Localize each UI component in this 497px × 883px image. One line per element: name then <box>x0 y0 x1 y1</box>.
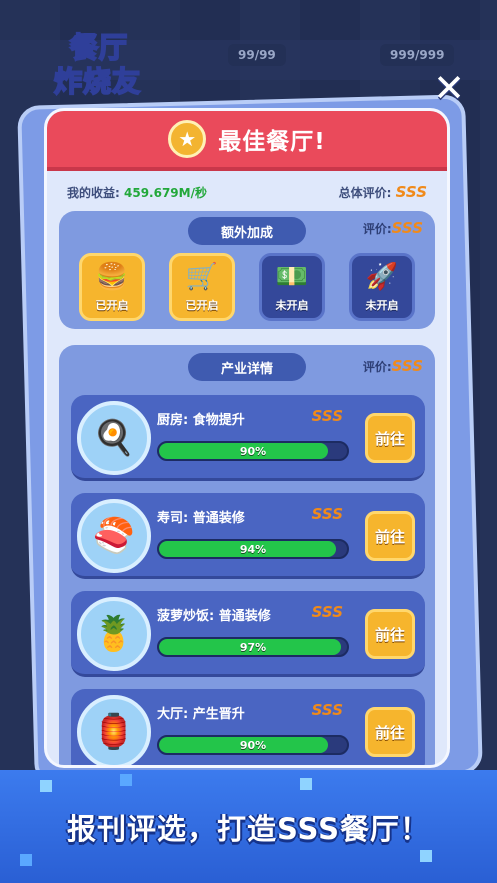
industry-grade: SSS <box>311 603 343 621</box>
promo-banner-text: 报刊评选，打造SSS餐厅！ <box>66 812 431 846</box>
go-button[interactable]: 前往 <box>365 413 415 463</box>
income-row: 我的收益: 459.679M/秒 总体评价: SSS <box>67 181 427 203</box>
decor-square <box>120 774 132 786</box>
bonus-rating: 评价:SSS <box>363 219 423 237</box>
bonus-rating-value: SSS <box>391 219 423 237</box>
bonus-rating-label: 评价: <box>362 222 392 236</box>
income-info: 我的收益: 459.679M/秒 <box>67 184 207 201</box>
progress-text: 97% <box>239 640 267 654</box>
go-button[interactable]: 前往 <box>365 609 415 659</box>
bonus-status: 已开启 <box>185 299 219 312</box>
bonus-item-rocket[interactable]: 🚀 未开启 <box>349 253 415 321</box>
decor-square <box>20 854 32 866</box>
bonus-section: 额外加成 评价:SSS 🍔 已开启 🛒 已开启 💵 未开启 🚀 未开启 <box>59 211 435 329</box>
sushi-icon: 🍣 <box>77 499 151 573</box>
industry-row-sushi: 🍣 寿司: 普通装修 SSS 94% 前往 <box>71 493 425 579</box>
close-button[interactable]: ✕ <box>431 69 467 107</box>
industry-row-pineapple-rice: 🍍 菠萝炒饭: 普通装修 SSS 97% 前往 <box>71 591 425 677</box>
rocket-icon: 🚀 <box>365 262 399 292</box>
go-button[interactable]: 前往 <box>365 707 415 757</box>
industry-rating-value: SSS <box>391 357 423 375</box>
industry-name: 寿司: 普通装修 <box>157 511 245 526</box>
bonus-item-cart[interactable]: 🛒 已开启 <box>169 253 235 321</box>
go-button[interactable]: 前往 <box>365 511 415 561</box>
promo-banner: 报刊评选，打造SSS餐厅！ <box>0 770 497 883</box>
industry-row-kitchen: 🍳 厨房: 食物提升 SSS 90% 前往 <box>71 395 425 481</box>
industry-rating-label: 评价: <box>362 360 392 374</box>
panel-title: 最佳餐厅! <box>218 129 326 155</box>
shopping-cart-icon: 🛒 <box>185 262 219 292</box>
burger-icon: 🍔 <box>95 262 129 292</box>
hall-icon: 🏮 <box>77 695 151 765</box>
star-medal-icon: ★ <box>168 120 207 158</box>
pineapple-rice-icon: 🍍 <box>77 597 151 671</box>
panel-header: ★ 最佳餐厅! <box>47 111 447 171</box>
progress-text: 94% <box>239 542 267 556</box>
industry-grade: SSS <box>311 701 343 719</box>
progress-bar: 94% <box>157 539 349 559</box>
industry-rating: 评价:SSS <box>363 357 423 375</box>
progress-text: 90% <box>239 738 267 752</box>
background-counter: 999/999 <box>380 44 455 66</box>
industry-section: 产业详情 评价:SSS 🍳 厨房: 食物提升 SSS 90% 前往 🍣 寿司: … <box>59 345 435 765</box>
decor-square <box>40 780 52 792</box>
decor-square <box>420 850 432 862</box>
industry-grade: SSS <box>311 407 343 425</box>
income-label: 我的收益: <box>67 185 120 200</box>
bonus-status: 已开启 <box>95 299 129 312</box>
progress-text: 90% <box>239 444 267 458</box>
industry-name: 厨房: 食物提升 <box>157 413 245 428</box>
industry-row-hall: 🏮 大厅: 产生晋升 SSS 90% 前往 <box>71 689 425 765</box>
best-restaurant-panel: ★ 最佳餐厅! 我的收益: 459.679M/秒 总体评价: SSS 额外加成 … <box>44 108 450 768</box>
bonus-status: 未开启 <box>275 299 309 312</box>
bonus-item-cash[interactable]: 💵 未开启 <box>259 253 325 321</box>
industry-section-title: 产业详情 <box>188 353 306 381</box>
cash-boost-icon: 💵 <box>275 262 309 292</box>
bonus-items: 🍔 已开启 🛒 已开启 💵 未开启 🚀 未开启 <box>79 253 415 321</box>
progress-bar: 97% <box>157 637 349 657</box>
game-logo: 餐厅 炸烧友 <box>50 18 170 99</box>
overall-rating-label: 总体评价: <box>338 186 392 200</box>
progress-bar: 90% <box>157 441 349 461</box>
background-counter: 99/99 <box>228 44 286 66</box>
bonus-section-title: 额外加成 <box>188 217 306 245</box>
logo-line-2: 炸烧友 <box>53 64 142 99</box>
income-value: 459.679M/秒 <box>124 185 207 200</box>
kitchen-icon: 🍳 <box>77 401 151 475</box>
industry-grade: SSS <box>311 505 343 523</box>
overall-rating-value: SSS <box>395 183 427 201</box>
progress-bar: 90% <box>157 735 349 755</box>
industry-list: 🍳 厨房: 食物提升 SSS 90% 前往 🍣 寿司: 普通装修 SSS 94%… <box>71 395 425 765</box>
overall-rating: 总体评价: SSS <box>339 183 427 201</box>
industry-name: 菠萝炒饭: 普通装修 <box>157 609 271 624</box>
bonus-item-burger[interactable]: 🍔 已开启 <box>79 253 145 321</box>
industry-name: 大厅: 产生晋升 <box>157 707 245 722</box>
bonus-status: 未开启 <box>365 299 399 312</box>
decor-square <box>300 778 312 790</box>
